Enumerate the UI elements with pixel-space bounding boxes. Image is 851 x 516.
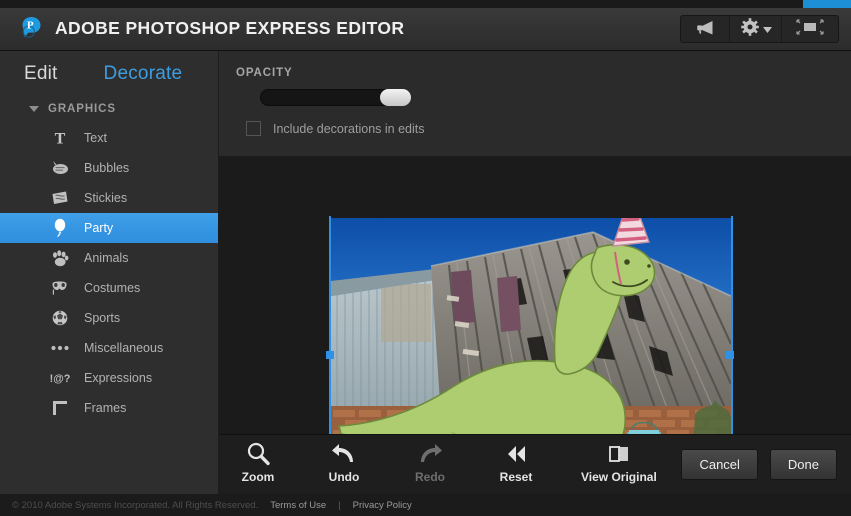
sticky-note-icon [50, 188, 70, 208]
opacity-slider-handle[interactable] [380, 89, 411, 106]
sidebar-item-text[interactable]: T Text [0, 123, 218, 153]
undo-arrow-icon [331, 441, 357, 467]
brand: P ADOBE PHOTOSHOP EXPRESS EDITOR [18, 15, 404, 41]
app-header: P ADOBE PHOTOSHOP EXPRESS EDITOR [0, 8, 851, 51]
sidebar-item-label: Miscellaneous [84, 341, 164, 355]
zoom-tool-button[interactable]: Zoom [237, 441, 279, 484]
opacity-slider[interactable] [260, 89, 411, 106]
undo-button[interactable]: Undo [323, 441, 365, 484]
sidebar-item-expressions[interactable]: !@? Expressions [0, 363, 218, 393]
toolbar-item-label: Undo [328, 470, 360, 484]
opacity-label: OPACITY [236, 67, 293, 79]
sidebar-item-frames[interactable]: Frames [0, 393, 218, 423]
sidebar-item-bubbles[interactable]: Bubbles [0, 153, 218, 183]
ellipsis-dots-icon [50, 338, 70, 358]
footer: © 2010 Adobe Systems Incorporated. All R… [0, 494, 851, 516]
sidebar-item-label: Expressions [84, 371, 153, 385]
settings-menu-button[interactable] [730, 16, 782, 42]
sidebar-item-label: Sports [84, 311, 121, 325]
include-decorations-label: Include decorations in edits [273, 121, 425, 136]
image-canvas[interactable] [219, 156, 851, 496]
main-panel: OPACITY Include decorations in edits [219, 51, 851, 496]
photoshop-express-editor-window: P ADOBE PHOTOSHOP EXPRESS EDITOR Edit De… [0, 0, 851, 516]
header-tool-group [680, 15, 839, 43]
include-decorations-checkbox[interactable] [246, 121, 261, 136]
graphics-section-header[interactable]: GRAPHICS [0, 85, 218, 115]
paw-print-icon [50, 248, 70, 268]
tab-edit[interactable]: Edit [24, 63, 58, 85]
magnifier-icon [245, 441, 271, 467]
toolbar-item-label: Redo [415, 470, 445, 484]
selection-handle-right-middle[interactable] [726, 351, 734, 359]
cancel-button[interactable]: Cancel [681, 449, 758, 480]
photoshop-express-logo-icon: P [18, 15, 44, 41]
sidebar-item-party[interactable]: Party [0, 213, 218, 243]
toolbar-actions: Zoom Undo Redo Reset View Original [237, 441, 657, 484]
sidebar: Edit Decorate GRAPHICS T Text Bubbles St… [0, 51, 219, 494]
sidebar-item-label: Costumes [84, 281, 141, 295]
disclosure-triangle-icon [29, 106, 39, 112]
sidebar-item-label: Bubbles [84, 161, 130, 175]
sidebar-item-miscellaneous[interactable]: Miscellaneous [0, 333, 218, 363]
frame-corner-icon [50, 398, 70, 418]
rewind-double-icon [504, 441, 528, 467]
sidebar-item-sports[interactable]: Sports [0, 303, 218, 333]
toolbar-item-label: Zoom [241, 470, 275, 484]
chevron-down-icon [763, 20, 772, 38]
speech-bubble-icon [50, 158, 70, 178]
dialog-buttons: Cancel Done [681, 449, 837, 480]
toolbar-item-label: View Original [581, 470, 657, 484]
sidebar-item-label: Stickies [84, 191, 128, 205]
sidebar-item-stickies[interactable]: Stickies [0, 183, 218, 213]
browser-tab-accent [803, 0, 851, 8]
graphics-section-title: GRAPHICS [48, 103, 116, 115]
toolbar-item-label: Reset [499, 470, 533, 484]
soccer-ball-icon [50, 308, 70, 328]
svg-text:P: P [27, 20, 34, 32]
text-t-icon: T [50, 128, 70, 148]
footer-separator: | [338, 499, 341, 511]
view-original-button[interactable]: View Original [581, 441, 657, 484]
tab-decorate[interactable]: Decorate [104, 63, 183, 85]
bottom-toolbar: Zoom Undo Redo Reset View Original Cance… [219, 434, 851, 494]
sidebar-item-label: Text [84, 131, 107, 145]
privacy-policy-link[interactable]: Privacy Policy [353, 500, 412, 511]
copyright-text: © 2010 Adobe Systems Incorporated. All R… [12, 499, 259, 511]
reset-button[interactable]: Reset [495, 441, 537, 484]
terms-of-use-link[interactable]: Terms of Use [270, 500, 326, 511]
feedback-megaphone-icon [694, 19, 716, 40]
sidebar-item-animals[interactable]: Animals [0, 243, 218, 273]
sidebar-item-label: Party [84, 221, 114, 235]
balloon-icon [50, 218, 70, 238]
fullscreen-button[interactable] [782, 16, 838, 42]
graphics-category-list: T Text Bubbles Stickies Party Animals Co… [0, 123, 218, 423]
browser-chrome-strip [0, 0, 851, 8]
svg-text:T: T [55, 131, 66, 148]
selection-handle-left-middle[interactable] [326, 351, 334, 359]
redo-arrow-icon [417, 441, 443, 467]
feedback-button[interactable] [681, 16, 730, 42]
redo-button[interactable]: Redo [409, 441, 451, 484]
mask-icon [50, 278, 70, 298]
fullscreen-expand-icon [795, 18, 825, 41]
app-title: ADOBE PHOTOSHOP EXPRESS EDITOR [55, 17, 405, 38]
sidebar-item-label: Animals [84, 251, 129, 265]
settings-gear-icon [741, 17, 759, 41]
include-decorations-row: Include decorations in edits [246, 121, 424, 136]
sidebar-item-costumes[interactable]: Costumes [0, 273, 218, 303]
done-button[interactable]: Done [769, 449, 837, 480]
sidebar-item-label: Frames [84, 401, 127, 415]
mode-tabs: Edit Decorate [0, 51, 218, 85]
split-view-icon [606, 441, 632, 467]
svg-text:!@?: !@? [50, 373, 70, 385]
punctuation-icon: !@? [50, 368, 70, 388]
